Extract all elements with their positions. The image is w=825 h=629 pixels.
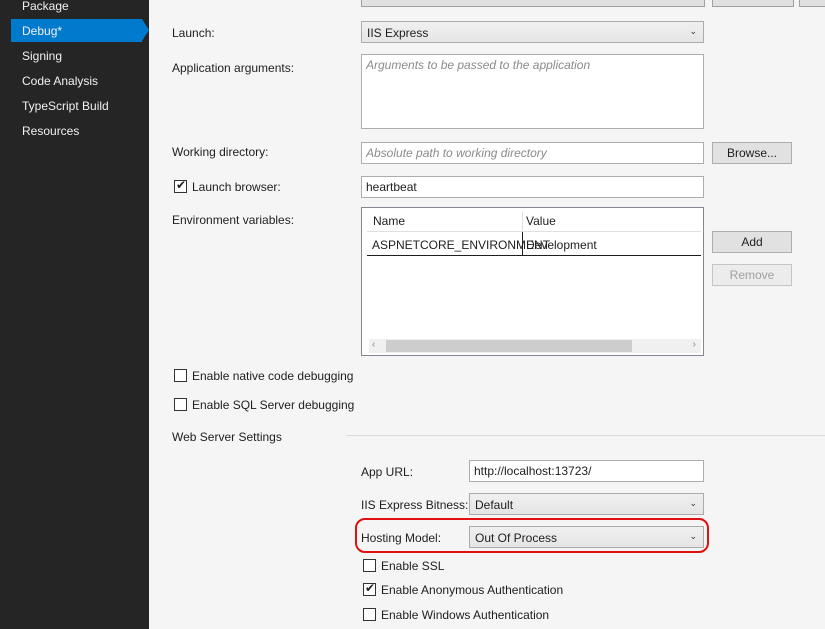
app-args-input[interactable]: Arguments to be passed to the applicatio…	[361, 54, 704, 129]
horizontal-scrollbar[interactable]: ‹ ›	[369, 339, 701, 353]
working-dir-placeholder: Absolute path to working directory	[366, 146, 547, 160]
remove-button[interactable]: Remove	[712, 264, 792, 286]
app-url-input[interactable]: http://localhost:13723/	[469, 460, 704, 482]
scrollbar-thumb[interactable]	[386, 340, 632, 352]
sidebar-item-typescript-build[interactable]: TypeScript Build	[22, 99, 109, 113]
chevron-down-icon: ⌄	[689, 26, 697, 36]
selection-arrow	[142, 19, 149, 41]
bitness-label: IIS Express Bitness:	[361, 498, 469, 512]
sidebar-item-signing[interactable]: Signing	[22, 49, 62, 63]
app-url-value: http://localhost:13723/	[474, 464, 592, 478]
app-args-placeholder: Arguments to be passed to the applicatio…	[366, 58, 591, 72]
windows-auth-label: Enable Windows Authentication	[381, 608, 550, 622]
top-button-partial-2[interactable]	[799, 0, 825, 7]
scroll-right-icon[interactable]: ›	[693, 339, 696, 350]
bitness-combo[interactable]: Default ⌄	[469, 493, 704, 515]
launch-combo[interactable]: IIS Express ⌄	[361, 21, 704, 43]
native-debug-checkbox[interactable]	[174, 369, 187, 382]
browse-button[interactable]: Browse...	[712, 142, 792, 164]
table-row[interactable]: ASPNETCORE_ENVIRONMENT Development	[367, 232, 701, 256]
column-header-value[interactable]: Value	[526, 214, 556, 228]
sql-debug-checkbox[interactable]	[174, 398, 187, 411]
bitness-value: Default	[475, 498, 514, 512]
anon-auth-label: Enable Anonymous Authentication	[381, 583, 564, 597]
env-vars-label: Environment variables:	[172, 213, 295, 227]
sidebar-item-package[interactable]: Package	[22, 0, 69, 13]
working-dir-label: Working directory:	[172, 145, 269, 159]
env-vars-grid[interactable]: Name Value ASPNETCORE_ENVIRONMENT Develo…	[361, 207, 704, 356]
ssl-label: Enable SSL	[381, 559, 445, 573]
working-dir-input[interactable]: Absolute path to working directory	[361, 142, 704, 164]
launch-label: Launch:	[172, 26, 215, 40]
checkmark-icon: ✔	[365, 581, 376, 595]
checkmark-icon: ✔	[176, 178, 187, 192]
sidebar-item-debug[interactable]: Debug*	[22, 24, 62, 38]
ssl-checkbox[interactable]	[363, 559, 376, 572]
column-divider	[522, 212, 523, 231]
windows-auth-checkbox[interactable]	[363, 608, 376, 621]
launch-browser-checkbox[interactable]: ✔	[174, 178, 187, 193]
scroll-left-icon[interactable]: ‹	[372, 339, 375, 350]
cell-divider	[522, 232, 523, 255]
profile-combo-partial[interactable]	[361, 0, 705, 7]
top-button-partial[interactable]	[712, 0, 794, 7]
env-var-name-cell[interactable]: ASPNETCORE_ENVIRONMENT	[372, 238, 550, 252]
anon-auth-checkbox[interactable]: ✔	[363, 581, 376, 596]
section-divider	[346, 435, 825, 436]
env-var-value-cell[interactable]: Development	[526, 238, 597, 252]
sidebar: Package Debug* Signing Code Analysis Typ…	[0, 0, 149, 629]
launch-value: IIS Express	[367, 26, 429, 40]
launch-browser-input[interactable]: heartbeat	[361, 176, 704, 198]
web-server-section-title: Web Server Settings	[172, 430, 282, 444]
highlight-annotation	[355, 518, 709, 553]
add-button[interactable]: Add	[712, 231, 792, 253]
sidebar-item-code-analysis[interactable]: Code Analysis	[22, 74, 98, 88]
column-header-name[interactable]: Name	[373, 214, 405, 228]
app-args-label: Application arguments:	[172, 61, 295, 75]
launch-browser-label: Launch browser:	[192, 180, 281, 194]
sql-debug-label: Enable SQL Server debugging	[192, 398, 355, 412]
chevron-down-icon: ⌄	[689, 498, 697, 508]
sidebar-item-resources[interactable]: Resources	[22, 124, 79, 138]
native-debug-label: Enable native code debugging	[192, 369, 354, 383]
launch-browser-value: heartbeat	[366, 180, 417, 194]
grid-header: Name Value	[367, 212, 701, 232]
app-url-label: App URL:	[361, 465, 414, 479]
